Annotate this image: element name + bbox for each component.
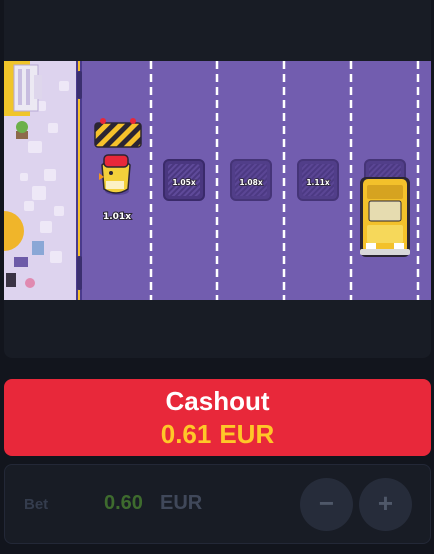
lane-multiplier-2: 1.08x bbox=[239, 178, 263, 187]
lane-tile-3[interactable]: 1.11x bbox=[297, 159, 339, 201]
building bbox=[4, 61, 42, 116]
bet-currency: EUR bbox=[160, 492, 203, 514]
chicken-player bbox=[99, 154, 131, 195]
yellow-truck bbox=[360, 177, 410, 257]
barrier bbox=[94, 118, 142, 148]
cashout-button[interactable]: Cashout 0.61 EUR bbox=[4, 379, 431, 456]
lane-multiplier-1: 1.05x bbox=[172, 178, 196, 187]
bet-panel: Bet 0.60 EUR − + bbox=[4, 464, 431, 544]
game-view: 1.01x 1.05x 1.08x 1.11x bbox=[4, 61, 431, 300]
player-multiplier: 1.01x bbox=[103, 212, 131, 222]
game-scene: 1.01x 1.05x 1.08x 1.11x bbox=[4, 61, 431, 300]
game-screen: 1.01x 1.05x 1.08x 1.11x Cashout 0.61 EUR… bbox=[0, 0, 434, 554]
plus-icon: + bbox=[377, 488, 394, 518]
cashout-title: Cashout bbox=[165, 386, 270, 416]
lane-tile-2[interactable]: 1.08x bbox=[230, 159, 272, 201]
cashout-amount: 0.61 bbox=[160, 419, 212, 449]
minus-icon: − bbox=[318, 488, 335, 518]
lane-multiplier-3: 1.11x bbox=[306, 178, 330, 187]
cashout-amount-line: 0.61 EUR bbox=[4, 419, 431, 449]
lane-tile-1[interactable]: 1.05x bbox=[163, 159, 205, 201]
decrease-bet-button[interactable]: − bbox=[300, 478, 353, 531]
cashout-currency: EUR bbox=[219, 419, 275, 449]
potted-plant bbox=[16, 121, 28, 139]
bet-label: Bet bbox=[24, 496, 49, 513]
game-frame: 1.01x 1.05x 1.08x 1.11x bbox=[4, 0, 431, 358]
increase-bet-button[interactable]: + bbox=[359, 478, 412, 531]
bet-amount[interactable]: 0.60 bbox=[104, 492, 143, 515]
